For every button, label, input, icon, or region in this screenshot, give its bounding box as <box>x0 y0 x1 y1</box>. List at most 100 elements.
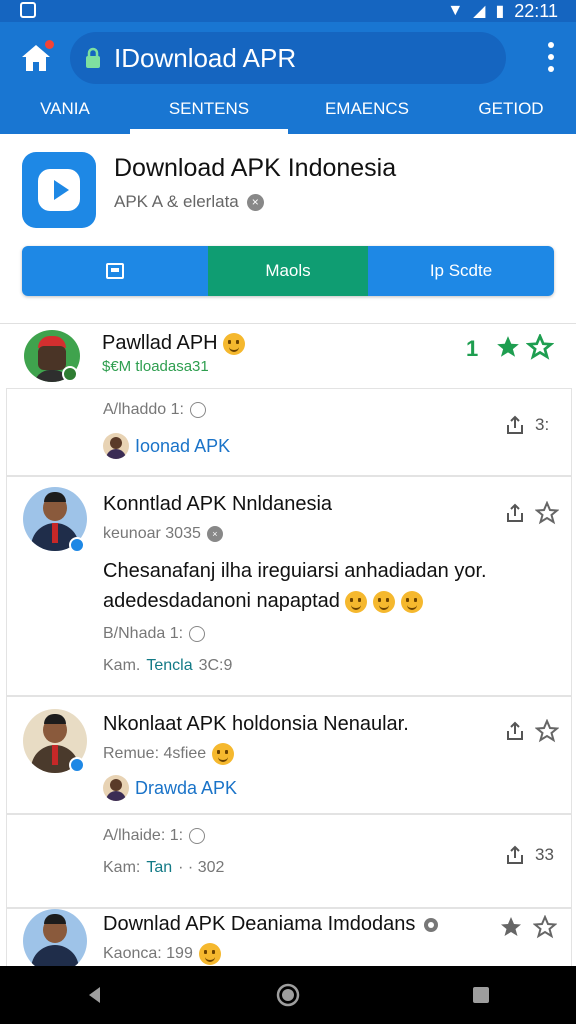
status-bar: ▼ ◢ ▮ 22:11 <box>0 0 576 22</box>
post-body-line2-text: adedesdadanoni napaptad <box>103 590 340 612</box>
app-subtitle-text: APK A & elerlata <box>114 192 239 211</box>
clock-icon <box>189 626 206 642</box>
post-meta-text: keunoar 3035 <box>103 525 201 542</box>
post-actions: 3: <box>505 415 549 435</box>
post-meta-2-link[interactable]: Tan <box>146 859 172 877</box>
post-meta-text: A/lhaide: 1: <box>103 827 184 844</box>
post-meta-2: B/Nhada 1: <box>103 625 206 643</box>
post-link-text: Ioonad APK <box>135 435 231 456</box>
post-actions: 33 <box>505 845 554 865</box>
image-icon <box>106 263 124 279</box>
gear-icon[interactable] <box>421 915 441 935</box>
notification-icon <box>20 2 36 18</box>
signal-icon: ◢ <box>473 3 486 20</box>
emoji-icon <box>212 743 235 765</box>
url-text: IDownload APR <box>114 42 297 73</box>
segment-update[interactable]: Ip Scdte <box>368 246 554 296</box>
divider <box>0 323 576 324</box>
home-circle-icon[interactable] <box>275 982 301 1008</box>
post-card[interactable]: A/lhaide: 1: Kam: Tan · · 302 33 <box>6 814 572 908</box>
post-meta-2: Kam: Tan · · 302 <box>103 859 224 877</box>
verified-badge <box>62 366 78 382</box>
tab-getiod[interactable]: GETIOD <box>446 94 576 134</box>
share-icon[interactable] <box>505 845 525 865</box>
post-actions <box>499 915 557 939</box>
app-logo <box>22 152 96 228</box>
post-link[interactable]: Drawda APK <box>103 775 237 801</box>
post-body-line2: adedesdadanoni napaptad <box>103 585 423 617</box>
verified-badge <box>69 537 85 553</box>
post-card[interactable]: Konntlad APK Nnldanesia keunoar 3035 × C… <box>6 476 572 696</box>
star-outline-icon[interactable] <box>533 915 557 939</box>
star-outline-icon[interactable] <box>535 501 559 525</box>
lock-icon <box>86 47 100 68</box>
share-icon[interactable] <box>505 721 525 741</box>
system-nav-bar <box>0 966 576 1024</box>
notification-dot <box>45 40 54 49</box>
close-circle-icon[interactable]: × <box>246 193 264 211</box>
emoji-icon <box>223 332 246 355</box>
post-meta-2-text: B/Nhada 1: <box>103 625 184 642</box>
share-count: 33 <box>535 845 554 864</box>
segment-maols[interactable]: Maols <box>208 246 368 296</box>
play-icon <box>38 169 80 211</box>
post-meta-text: Remue: 4sfiee <box>103 745 207 762</box>
post-meta-3-link[interactable]: Tencla <box>146 657 192 675</box>
url-bar[interactable]: IDownload APR <box>70 32 506 84</box>
post-link[interactable]: Ioonad APK <box>103 433 230 459</box>
app-header: Download APK Indonesia APK A & elerlata … <box>0 148 576 318</box>
post-meta-2-suffix: · · 302 <box>178 859 225 876</box>
post-card[interactable]: Downlad APK Deaniama Imdodans Kaonca: 19… <box>6 908 572 966</box>
post-meta-text: A/lhaddo 1: <box>103 401 184 418</box>
action-segmented-control: Maols Ip Scdte <box>22 246 554 296</box>
app-subtitle: APK A & elerlata × <box>114 192 264 212</box>
clock-icon <box>189 828 206 844</box>
tab-vania[interactable]: VANIA <box>0 94 130 134</box>
browser-toolbar: IDownload APR VANIA SENTENS EMAENCS GETI… <box>0 22 576 134</box>
clock-icon: × <box>206 526 223 542</box>
top-post-title: Pawllad APH <box>102 332 246 355</box>
emoji-icon <box>198 943 221 965</box>
emoji-icon <box>373 590 396 613</box>
share-icon[interactable] <box>505 503 525 523</box>
tab-emaencs[interactable]: EMAENCS <box>288 94 446 134</box>
share-count: 3: <box>535 415 550 434</box>
back-icon[interactable] <box>84 984 106 1006</box>
home-button[interactable] <box>16 38 56 78</box>
post-meta-3: Kam. Tencla 3C:9 <box>103 657 232 675</box>
overflow-menu-button[interactable] <box>546 42 556 72</box>
post-meta: keunoar 3035 × <box>103 525 223 543</box>
mini-avatar <box>103 433 129 459</box>
post-title: Nkonlaat APK holdonsia Nenaular. <box>103 713 409 735</box>
rating-number: 1 <box>466 336 479 361</box>
top-post-sub: $€M tloadasa31 <box>102 358 209 375</box>
recents-icon[interactable] <box>470 984 492 1006</box>
tab-strip: VANIA SENTENS EMAENCS GETIOD <box>0 94 576 134</box>
post-actions <box>505 501 559 525</box>
post-meta-text: Kaonca: 199 <box>103 945 193 962</box>
battery-icon: ▮ <box>495 3 505 20</box>
star-outline-icon[interactable] <box>526 334 554 360</box>
post-meta: A/lhaide: 1: <box>103 827 206 845</box>
verified-badge <box>69 757 85 773</box>
star-filled-icon[interactable] <box>494 334 522 360</box>
share-icon[interactable] <box>505 415 525 435</box>
post-meta-2-prefix: Kam: <box>103 859 141 876</box>
post-card[interactable]: A/lhaddo 1: Ioonad APK 3: <box>6 388 572 476</box>
emoji-icon <box>345 590 368 613</box>
post-meta: Remue: 4sfiee <box>103 743 235 765</box>
tab-sentens[interactable]: SENTENS <box>130 94 288 134</box>
wifi-icon: ▼ <box>447 2 464 19</box>
post-actions <box>505 719 559 743</box>
clock-icon <box>189 402 206 418</box>
post-title: Downlad APK Deaniama Imdodans <box>103 913 441 936</box>
post-meta-3-suffix: 3C:9 <box>198 657 233 674</box>
star-outline-icon[interactable] <box>535 719 559 743</box>
post-body: Chesanafanj ilha ireguiarsi anhadiadan y… <box>103 560 487 582</box>
segment-media[interactable] <box>22 246 208 296</box>
post-meta-3-prefix: Kam. <box>103 657 141 674</box>
avatar <box>23 909 87 966</box>
top-post-title-text: Pawllad APH <box>102 332 218 354</box>
star-filled-icon[interactable] <box>499 915 523 939</box>
post-card[interactable]: Nkonlaat APK holdonsia Nenaular. Remue: … <box>6 696 572 814</box>
